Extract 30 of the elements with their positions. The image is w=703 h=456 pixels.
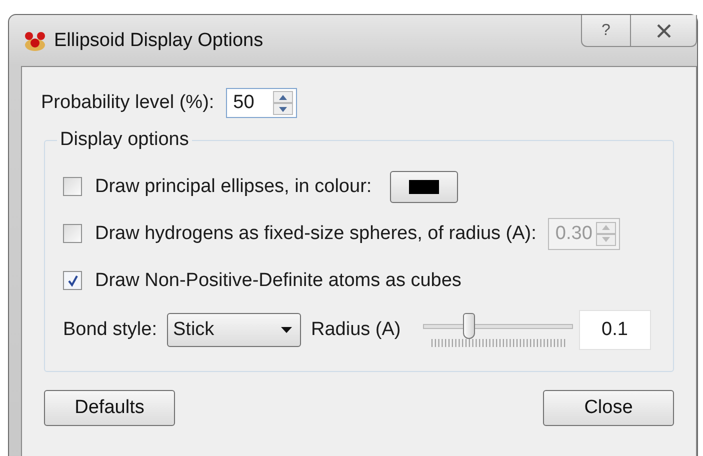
check-icon (66, 274, 78, 286)
option-label: Draw Non-Positive-Definite atoms as cubes (95, 270, 462, 292)
probability-spinbox[interactable]: 50 (226, 88, 298, 118)
close-button[interactable] (631, 15, 697, 47)
probability-label: Probability level (%): (41, 92, 214, 114)
group-title: Display options (57, 129, 192, 151)
option-label: Draw principal ellipses, in colour: (95, 176, 372, 198)
spin-down-button[interactable] (273, 103, 294, 115)
checkbox[interactable] (63, 177, 82, 196)
dialog-button[interactable]: Close (543, 390, 674, 426)
down-arrow-icon (602, 237, 610, 242)
bond-style-dropdown[interactable]: Stick (167, 313, 301, 347)
radius-value-field[interactable]: 0.1 (578, 310, 651, 350)
bond-style-label: Bond style: (63, 319, 157, 341)
window-title: Ellipsoid Display Options (54, 30, 264, 52)
caret-icon (281, 327, 292, 333)
molecule-icon (23, 30, 47, 52)
down-arrow-icon (279, 106, 288, 112)
radius-label: Radius (A) (311, 319, 401, 341)
colour-button[interactable] (390, 170, 458, 202)
spin-up-button[interactable] (273, 91, 294, 103)
close-icon (656, 24, 672, 38)
checkbox[interactable] (63, 271, 82, 290)
dialog-button[interactable]: Defaults (44, 390, 175, 426)
radius-slider[interactable] (422, 313, 573, 347)
slider-handle[interactable] (463, 313, 476, 339)
up-arrow-icon (279, 94, 288, 100)
help-button[interactable]: ? (581, 15, 631, 47)
up-arrow-icon (602, 225, 610, 230)
option-label: Draw hydrogens as fixed-size spheres, of radius (A): (95, 222, 536, 244)
